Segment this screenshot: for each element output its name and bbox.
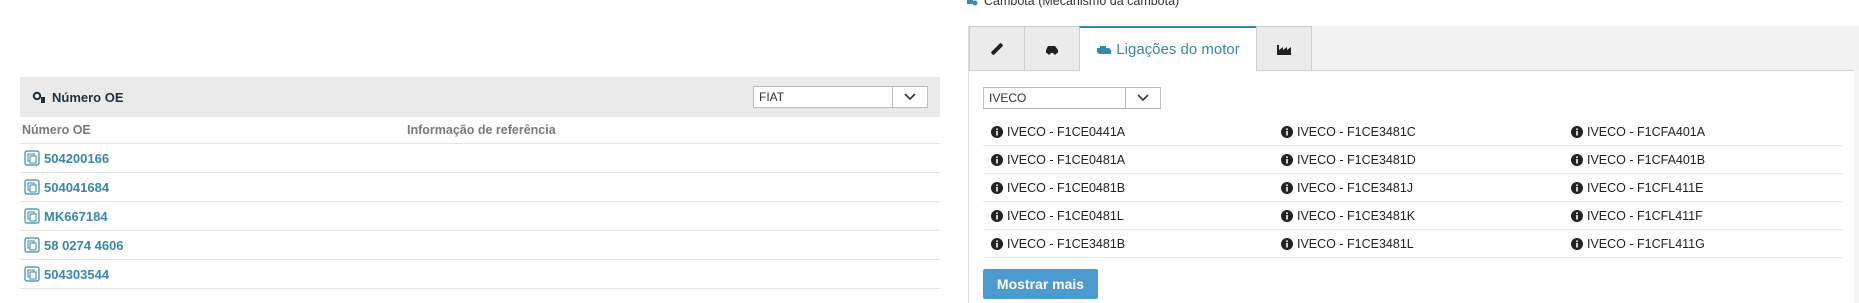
info-icon xyxy=(991,209,1003,222)
engine-row: IVECO - F1CE0441A IVECO - F1CE3481C IVECO … xyxy=(983,118,1843,146)
oe-table-header: Número OE Informação de referência xyxy=(20,117,940,144)
copy-icon[interactable] xyxy=(24,150,40,166)
chevron-down-icon[interactable] xyxy=(892,87,927,107)
table-row: 504303544 xyxy=(20,260,940,289)
info-icon xyxy=(1281,237,1293,250)
factory-icon xyxy=(1277,44,1291,55)
copy-icon[interactable] xyxy=(24,179,40,195)
engine-link[interactable]: IVECO - F1CFL411F xyxy=(1563,209,1843,223)
info-icon xyxy=(1281,209,1293,222)
engine-code: IVECO - F1CFA401B xyxy=(1587,152,1706,167)
info-icon xyxy=(1281,153,1293,166)
manufacturer-select-value: IVECO xyxy=(989,91,1027,105)
oe-numbers-panel: Número OE FIAT Número OE Informação de r… xyxy=(20,77,940,289)
engine-link[interactable]: IVECO - F1CE3481B xyxy=(983,237,1273,251)
engine-link[interactable]: IVECO - F1CE3481L xyxy=(1273,237,1563,251)
engine-code: IVECO - F1CFL411G xyxy=(1587,236,1705,251)
column-reference-info: Informação de referência xyxy=(407,123,556,137)
table-row: 504041684 xyxy=(20,173,940,202)
scrollbar[interactable] xyxy=(1854,70,1859,303)
engine-list: IVECO - F1CE0441A IVECO - F1CE3481C IVECO … xyxy=(983,118,1843,258)
engine-code: IVECO - F1CE3481J xyxy=(1297,180,1414,195)
engine-link[interactable]: IVECO - F1CFA401A xyxy=(1563,125,1843,139)
info-icon xyxy=(1571,209,1583,222)
engine-link[interactable]: IVECO - F1CE3481C xyxy=(1273,125,1563,139)
tab-vehicles[interactable] xyxy=(1024,26,1080,70)
engine-link[interactable]: IVECO - F1CE0481B xyxy=(983,181,1273,195)
oe-table-body: 504200166 504041684 MK667184 58 0274 4606 50… xyxy=(20,144,940,289)
engine-code: IVECO - F1CFL411E xyxy=(1587,180,1704,195)
tab-manufacturers[interactable] xyxy=(1256,26,1312,70)
info-icon xyxy=(991,153,1003,166)
engine-link[interactable]: IVECO - F1CFL411E xyxy=(1563,181,1843,195)
section-title: Cambota (Mecanismo da cambota) xyxy=(966,0,1179,8)
engine-link[interactable]: IVECO - F1CFL411G xyxy=(1563,237,1843,251)
engine-link[interactable]: IVECO - F1CFA401B xyxy=(1563,153,1843,167)
car-icon xyxy=(1046,45,1058,55)
tab-engine-links[interactable]: Ligações do motor xyxy=(1079,26,1257,71)
copy-icon[interactable] xyxy=(24,237,40,253)
tab-dimensions[interactable] xyxy=(969,26,1025,70)
engine-code: IVECO - F1CE0441A xyxy=(1007,124,1126,139)
engine-part-icon xyxy=(967,0,978,6)
info-icon xyxy=(1571,181,1583,194)
ruler-icon xyxy=(991,42,1003,55)
engine-link[interactable]: IVECO - F1CE3481K xyxy=(1273,209,1563,223)
table-row: 504200166 xyxy=(20,144,940,173)
info-icon xyxy=(991,125,1003,138)
engine-link[interactable]: IVECO - F1CE0481L xyxy=(983,209,1273,223)
chevron-down-icon[interactable] xyxy=(1125,88,1160,108)
engine-row: IVECO - F1CE0481B IVECO - F1CE3481J IVECO … xyxy=(983,174,1843,202)
engine-row: IVECO - F1CE0481L IVECO - F1CE3481K IVECO … xyxy=(983,202,1843,230)
info-icon xyxy=(991,181,1003,194)
engine-link[interactable]: IVECO - F1CE3481J xyxy=(1273,181,1563,195)
engine-code: IVECO - F1CE3481B xyxy=(1007,236,1126,251)
show-more-button[interactable]: Mostrar mais xyxy=(983,269,1098,299)
info-icon xyxy=(1571,153,1583,166)
tab-engine-links-label: Ligações do motor xyxy=(1116,41,1240,58)
info-icon xyxy=(1571,125,1583,138)
copy-icon[interactable] xyxy=(24,208,40,224)
manufacturer-select[interactable]: IVECO xyxy=(983,87,1161,109)
oe-number-link[interactable]: 504303544 xyxy=(44,267,109,282)
engine-links-panel: Ligações do motor IVECO IVECO - F1CE0441… xyxy=(968,26,1859,303)
oe-number-link[interactable]: 58 0274 4606 xyxy=(44,238,124,253)
copy-icon[interactable] xyxy=(24,266,40,282)
engine-link[interactable]: IVECO - F1CE0481A xyxy=(983,153,1273,167)
gears-icon xyxy=(32,91,45,103)
engine-link[interactable]: IVECO - F1CE3481D xyxy=(1273,153,1563,167)
oe-panel-title: Número OE xyxy=(52,89,124,105)
info-icon xyxy=(1571,237,1583,250)
table-row: 58 0274 4606 xyxy=(20,231,940,260)
engine-row: IVECO - F1CE0481A IVECO - F1CE3481D IVECO … xyxy=(983,146,1843,174)
engine-code: IVECO - F1CE0481B xyxy=(1007,180,1126,195)
info-icon xyxy=(1281,125,1293,138)
engine-code: IVECO - F1CE0481A xyxy=(1007,152,1126,167)
engine-code: IVECO - F1CE3481K xyxy=(1297,208,1416,223)
oe-header: Número OE FIAT xyxy=(20,77,940,117)
engine-code: IVECO - F1CE0481L xyxy=(1007,208,1124,223)
engine-code: IVECO - F1CFL411F xyxy=(1587,208,1703,223)
engine-icon xyxy=(1097,45,1112,54)
engine-code: IVECO - F1CFA401A xyxy=(1587,124,1706,139)
brand-select[interactable]: FIAT xyxy=(753,86,928,108)
brand-select-value: FIAT xyxy=(759,90,785,104)
column-oe-number: Número OE xyxy=(22,123,91,137)
oe-number-link[interactable]: 504200166 xyxy=(44,151,109,166)
engine-code: IVECO - F1CE3481L xyxy=(1297,236,1414,251)
section-title-text: Cambota (Mecanismo da cambota) xyxy=(984,0,1180,8)
engine-link[interactable]: IVECO - F1CE0441A xyxy=(983,125,1273,139)
oe-number-link[interactable]: MK667184 xyxy=(44,209,108,224)
info-icon xyxy=(991,237,1003,250)
info-icon xyxy=(1281,181,1293,194)
tab-bar: Ligações do motor xyxy=(969,26,1859,71)
engine-code: IVECO - F1CE3481D xyxy=(1297,152,1416,167)
engine-code: IVECO - F1CE3481C xyxy=(1297,124,1416,139)
engine-row: IVECO - F1CE3481B IVECO - F1CE3481L IVECO … xyxy=(983,230,1843,258)
oe-number-link[interactable]: 504041684 xyxy=(44,180,109,195)
table-row: MK667184 xyxy=(20,202,940,231)
